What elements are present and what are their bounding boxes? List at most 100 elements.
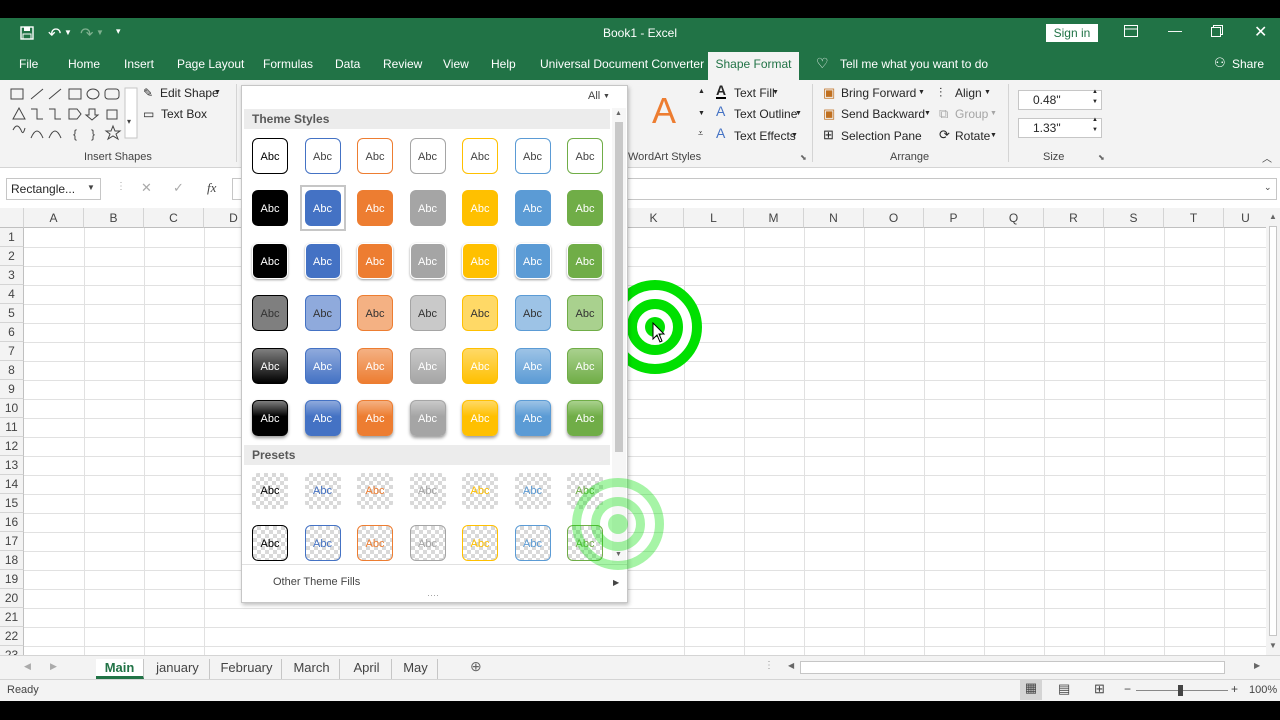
row-header[interactable]: 10 <box>0 399 24 418</box>
theme-style-swatch[interactable]: Abc <box>357 138 393 174</box>
theme-style-swatch[interactable]: Abc <box>304 295 341 331</box>
worksheet-grid[interactable]: A B C D E F G H I J K L M N O P Q R S T … <box>0 208 1268 665</box>
theme-style-swatch[interactable]: Abc <box>357 190 393 226</box>
column-header[interactable]: P <box>924 208 984 228</box>
selection-pane-button[interactable]: Selection Pane <box>841 129 922 143</box>
tab-shape-format[interactable]: Shape Format <box>708 52 799 80</box>
shape-height-input[interactable]: 0.48" <box>1018 90 1102 110</box>
theme-style-swatch[interactable]: Abc <box>514 295 551 331</box>
sheet-tab-march[interactable]: March <box>284 659 340 679</box>
shape-width-input[interactable]: 1.33" <box>1018 118 1102 138</box>
theme-style-swatch[interactable]: Abc <box>514 190 551 226</box>
theme-style-swatch[interactable]: Abc <box>514 400 551 436</box>
edit-shape-dropdown-icon[interactable]: ▼ <box>214 89 221 96</box>
theme-style-swatch[interactable]: Abc <box>304 138 341 174</box>
tab-formulas[interactable]: Formulas <box>263 57 313 71</box>
theme-style-swatch[interactable]: Abc <box>567 138 603 174</box>
column-header[interactable]: B <box>84 208 144 228</box>
text-fill-button[interactable]: Text Fill <box>734 86 775 100</box>
row-header[interactable]: 21 <box>0 608 24 627</box>
new-sheet-icon[interactable]: ⊕ <box>470 658 482 675</box>
tab-data[interactable]: Data <box>335 57 360 71</box>
row-header[interactable]: 7 <box>0 342 24 361</box>
text-outline-button[interactable]: Text Outline <box>734 107 797 121</box>
theme-style-swatch[interactable]: Abc <box>462 348 498 384</box>
theme-style-swatch[interactable]: Abc <box>567 348 603 384</box>
wordart-scroll-up-icon[interactable]: ▲ <box>698 88 705 95</box>
row-header[interactable]: 19 <box>0 570 24 589</box>
wordart-scroll-down-icon[interactable]: ▼ <box>698 110 705 117</box>
align-button[interactable]: Align <box>955 86 982 100</box>
wordart-style-a[interactable]: A <box>652 90 676 132</box>
row-header[interactable]: 1 <box>0 228 24 247</box>
zoom-slider-thumb[interactable] <box>1178 685 1183 696</box>
row-header[interactable]: 17 <box>0 532 24 551</box>
vertical-scroll-thumb[interactable] <box>1269 226 1277 636</box>
theme-style-swatch[interactable]: Abc <box>514 348 551 384</box>
preset-style-swatch[interactable]: Abc <box>409 525 446 561</box>
preset-style-swatch[interactable]: Abc <box>462 473 498 509</box>
other-theme-fills-item[interactable]: Other Theme Fills <box>273 576 360 588</box>
row-header[interactable]: 12 <box>0 437 24 456</box>
tab-file[interactable]: File <box>19 57 38 71</box>
normal-view-icon[interactable]: ▦ <box>1020 680 1042 700</box>
expand-formula-bar-icon[interactable]: ⌄ <box>1264 182 1272 193</box>
column-header[interactable]: R <box>1044 208 1104 228</box>
text-fill-dropdown-icon[interactable]: ▼ <box>772 89 779 96</box>
shapes-palette[interactable]: { } ▾ <box>9 86 139 142</box>
send-backward-dropdown-icon[interactable]: ▼ <box>924 110 931 117</box>
wordart-more-icon[interactable]: ⩡ <box>698 128 703 139</box>
theme-style-swatch[interactable]: Abc <box>304 243 341 279</box>
close-icon[interactable]: ✕ <box>1254 22 1267 42</box>
preset-style-swatch[interactable]: Abc <box>514 525 551 561</box>
text-outline-dropdown-icon[interactable]: ▼ <box>795 110 802 117</box>
theme-style-swatch[interactable]: Abc <box>409 138 446 174</box>
row-header[interactable]: 3 <box>0 266 24 285</box>
sheet-tab-may[interactable]: May <box>394 659 438 679</box>
preset-style-swatch[interactable]: Abc <box>304 525 341 561</box>
row-header[interactable]: 13 <box>0 456 24 475</box>
tab-insert[interactable]: Insert <box>124 57 154 71</box>
sign-in-button[interactable]: Sign in <box>1046 24 1098 42</box>
theme-style-swatch[interactable]: Abc <box>514 138 551 174</box>
tab-split-grip-icon[interactable]: ⋮ <box>764 660 774 671</box>
vertical-scrollbar[interactable]: ▲ ▼ <box>1266 208 1280 655</box>
column-header[interactable]: T <box>1164 208 1224 228</box>
preset-style-swatch[interactable]: Abc <box>514 473 551 509</box>
height-up-icon[interactable]: ▲ <box>1092 89 1098 95</box>
select-all-corner[interactable] <box>0 208 24 228</box>
theme-style-swatch[interactable]: Abc <box>409 400 446 436</box>
preset-style-swatch[interactable]: Abc <box>304 473 341 509</box>
column-header[interactable]: K <box>624 208 684 228</box>
theme-style-swatch[interactable]: Abc <box>409 190 446 226</box>
theme-style-swatch[interactable]: Abc <box>409 295 446 331</box>
scroll-up-icon[interactable]: ▲ <box>1269 212 1277 221</box>
tab-home[interactable]: Home <box>68 57 100 71</box>
preset-style-swatch[interactable]: Abc <box>252 525 288 561</box>
name-box-dropdown-icon[interactable]: ▼ <box>87 183 95 192</box>
tab-universal-document-converter[interactable]: Universal Document Converter <box>540 57 704 71</box>
theme-style-swatch[interactable]: Abc <box>357 348 393 384</box>
zoom-level[interactable]: 100% <box>1249 684 1277 696</box>
theme-style-swatch[interactable]: Abc <box>357 243 393 279</box>
page-layout-view-icon[interactable]: ▤ <box>1058 681 1070 697</box>
size-dialog-launcher-icon[interactable]: ⬊ <box>1098 153 1105 162</box>
row-header[interactable]: 4 <box>0 285 24 304</box>
theme-style-swatch[interactable]: Abc <box>357 400 393 436</box>
preset-style-swatch[interactable]: Abc <box>462 525 498 561</box>
sheet-tab-february[interactable]: February <box>212 659 282 679</box>
row-header[interactable]: 16 <box>0 513 24 532</box>
row-header[interactable]: 18 <box>0 551 24 570</box>
column-header[interactable]: U <box>1224 208 1268 228</box>
gallery-filter-dropdown-icon[interactable]: ▼ <box>603 93 610 100</box>
theme-style-swatch[interactable]: Abc <box>462 190 498 226</box>
tab-help[interactable]: Help <box>491 57 516 71</box>
text-box-button[interactable]: Text Box <box>161 107 207 121</box>
row-header[interactable]: 8 <box>0 361 24 380</box>
theme-style-swatch[interactable]: Abc <box>252 243 288 279</box>
rotate-dropdown-icon[interactable]: ▼ <box>990 132 997 139</box>
text-effects-button[interactable]: Text Effects <box>734 129 796 143</box>
restore-icon[interactable] <box>1211 24 1223 40</box>
bring-forward-button[interactable]: Bring Forward <box>841 86 916 100</box>
scroll-down-icon[interactable]: ▼ <box>1269 641 1277 650</box>
